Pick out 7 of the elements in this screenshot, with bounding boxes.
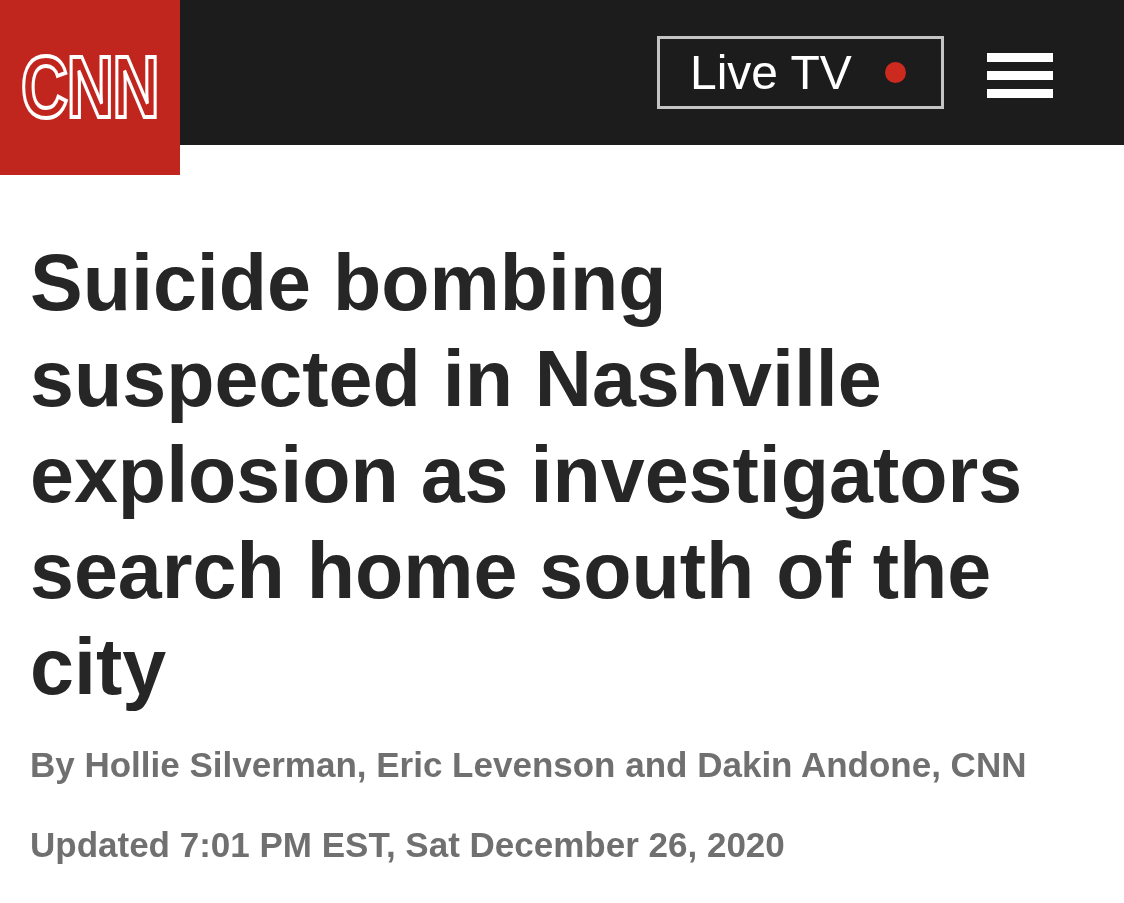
live-tv-button[interactable]: Live TV: [657, 36, 944, 109]
updated-timestamp: Updated 7:01 PM EST, Sat December 26, 2020: [30, 824, 786, 866]
menu-icon: [987, 53, 1053, 98]
menu-button[interactable]: [987, 53, 1053, 98]
logo-link[interactable]: CNN: [0, 0, 180, 175]
byline: By Hollie Silverman, Eric Levenson and Dakin Andone, CNN: [30, 744, 1028, 786]
headline: Suicide bombing suspected in Nashville explosion as investigators search home south of the city: [30, 237, 1024, 713]
